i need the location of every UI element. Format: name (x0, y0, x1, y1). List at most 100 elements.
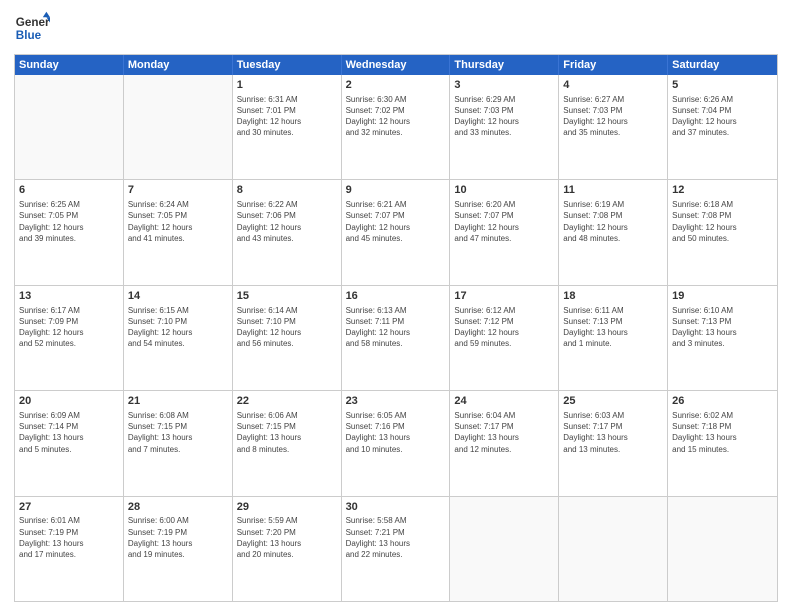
day-cell-30: 30Sunrise: 5:58 AM Sunset: 7:21 PM Dayli… (342, 497, 451, 601)
day-info: Sunrise: 6:08 AM Sunset: 7:15 PM Dayligh… (128, 410, 228, 455)
day-cell-13: 13Sunrise: 6:17 AM Sunset: 7:09 PM Dayli… (15, 286, 124, 390)
day-number: 30 (346, 500, 446, 515)
day-number: 6 (19, 183, 119, 198)
day-cell-23: 23Sunrise: 6:05 AM Sunset: 7:16 PM Dayli… (342, 391, 451, 495)
day-number: 7 (128, 183, 228, 198)
day-cell-21: 21Sunrise: 6:08 AM Sunset: 7:15 PM Dayli… (124, 391, 233, 495)
page: General Blue SundayMondayTuesdayWednesda… (0, 0, 792, 612)
day-number: 18 (563, 289, 663, 304)
day-cell-6: 6Sunrise: 6:25 AM Sunset: 7:05 PM Daylig… (15, 180, 124, 284)
day-number: 20 (19, 394, 119, 409)
day-cell-3: 3Sunrise: 6:29 AM Sunset: 7:03 PM Daylig… (450, 75, 559, 179)
day-cell-27: 27Sunrise: 6:01 AM Sunset: 7:19 PM Dayli… (15, 497, 124, 601)
day-info: Sunrise: 6:24 AM Sunset: 7:05 PM Dayligh… (128, 199, 228, 244)
day-info: Sunrise: 6:04 AM Sunset: 7:17 PM Dayligh… (454, 410, 554, 455)
calendar-header: SundayMondayTuesdayWednesdayThursdayFrid… (15, 55, 777, 75)
day-number: 3 (454, 78, 554, 93)
day-info: Sunrise: 5:59 AM Sunset: 7:20 PM Dayligh… (237, 515, 337, 560)
svg-text:Blue: Blue (16, 29, 42, 42)
day-cell-14: 14Sunrise: 6:15 AM Sunset: 7:10 PM Dayli… (124, 286, 233, 390)
day-info: Sunrise: 6:01 AM Sunset: 7:19 PM Dayligh… (19, 515, 119, 560)
day-number: 11 (563, 183, 663, 198)
day-cell-24: 24Sunrise: 6:04 AM Sunset: 7:17 PM Dayli… (450, 391, 559, 495)
day-cell-10: 10Sunrise: 6:20 AM Sunset: 7:07 PM Dayli… (450, 180, 559, 284)
day-cell-2: 2Sunrise: 6:30 AM Sunset: 7:02 PM Daylig… (342, 75, 451, 179)
day-cell-5: 5Sunrise: 6:26 AM Sunset: 7:04 PM Daylig… (668, 75, 777, 179)
day-cell-9: 9Sunrise: 6:21 AM Sunset: 7:07 PM Daylig… (342, 180, 451, 284)
day-info: Sunrise: 6:02 AM Sunset: 7:18 PM Dayligh… (672, 410, 773, 455)
calendar-row-3: 20Sunrise: 6:09 AM Sunset: 7:14 PM Dayli… (15, 390, 777, 495)
day-cell-26: 26Sunrise: 6:02 AM Sunset: 7:18 PM Dayli… (668, 391, 777, 495)
empty-cell-4-6 (668, 497, 777, 601)
calendar-row-1: 6Sunrise: 6:25 AM Sunset: 7:05 PM Daylig… (15, 179, 777, 284)
day-number: 13 (19, 289, 119, 304)
weekday-header-tuesday: Tuesday (233, 55, 342, 75)
day-number: 2 (346, 78, 446, 93)
day-cell-20: 20Sunrise: 6:09 AM Sunset: 7:14 PM Dayli… (15, 391, 124, 495)
day-cell-4: 4Sunrise: 6:27 AM Sunset: 7:03 PM Daylig… (559, 75, 668, 179)
day-number: 24 (454, 394, 554, 409)
day-info: Sunrise: 6:17 AM Sunset: 7:09 PM Dayligh… (19, 305, 119, 350)
day-number: 23 (346, 394, 446, 409)
day-number: 22 (237, 394, 337, 409)
day-number: 25 (563, 394, 663, 409)
weekday-header-saturday: Saturday (668, 55, 777, 75)
day-cell-29: 29Sunrise: 5:59 AM Sunset: 7:20 PM Dayli… (233, 497, 342, 601)
weekday-header-monday: Monday (124, 55, 233, 75)
day-number: 1 (237, 78, 337, 93)
day-cell-11: 11Sunrise: 6:19 AM Sunset: 7:08 PM Dayli… (559, 180, 668, 284)
day-number: 4 (563, 78, 663, 93)
day-info: Sunrise: 6:09 AM Sunset: 7:14 PM Dayligh… (19, 410, 119, 455)
day-info: Sunrise: 6:29 AM Sunset: 7:03 PM Dayligh… (454, 94, 554, 139)
svg-text:General: General (16, 16, 50, 29)
empty-cell-0-0 (15, 75, 124, 179)
day-cell-8: 8Sunrise: 6:22 AM Sunset: 7:06 PM Daylig… (233, 180, 342, 284)
day-info: Sunrise: 6:12 AM Sunset: 7:12 PM Dayligh… (454, 305, 554, 350)
day-cell-15: 15Sunrise: 6:14 AM Sunset: 7:10 PM Dayli… (233, 286, 342, 390)
calendar-row-2: 13Sunrise: 6:17 AM Sunset: 7:09 PM Dayli… (15, 285, 777, 390)
day-info: Sunrise: 6:31 AM Sunset: 7:01 PM Dayligh… (237, 94, 337, 139)
calendar-row-0: 1Sunrise: 6:31 AM Sunset: 7:01 PM Daylig… (15, 75, 777, 179)
day-info: Sunrise: 6:11 AM Sunset: 7:13 PM Dayligh… (563, 305, 663, 350)
empty-cell-4-5 (559, 497, 668, 601)
day-cell-18: 18Sunrise: 6:11 AM Sunset: 7:13 PM Dayli… (559, 286, 668, 390)
calendar-row-4: 27Sunrise: 6:01 AM Sunset: 7:19 PM Dayli… (15, 496, 777, 601)
logo-icon: General Blue (14, 10, 50, 46)
header: General Blue (14, 10, 778, 46)
day-number: 27 (19, 500, 119, 515)
calendar: SundayMondayTuesdayWednesdayThursdayFrid… (14, 54, 778, 602)
empty-cell-0-1 (124, 75, 233, 179)
day-info: Sunrise: 6:21 AM Sunset: 7:07 PM Dayligh… (346, 199, 446, 244)
empty-cell-4-4 (450, 497, 559, 601)
day-info: Sunrise: 6:22 AM Sunset: 7:06 PM Dayligh… (237, 199, 337, 244)
day-info: Sunrise: 6:00 AM Sunset: 7:19 PM Dayligh… (128, 515, 228, 560)
day-info: Sunrise: 6:06 AM Sunset: 7:15 PM Dayligh… (237, 410, 337, 455)
day-info: Sunrise: 6:05 AM Sunset: 7:16 PM Dayligh… (346, 410, 446, 455)
day-info: Sunrise: 5:58 AM Sunset: 7:21 PM Dayligh… (346, 515, 446, 560)
day-info: Sunrise: 6:10 AM Sunset: 7:13 PM Dayligh… (672, 305, 773, 350)
day-number: 26 (672, 394, 773, 409)
day-info: Sunrise: 6:13 AM Sunset: 7:11 PM Dayligh… (346, 305, 446, 350)
day-info: Sunrise: 6:30 AM Sunset: 7:02 PM Dayligh… (346, 94, 446, 139)
day-cell-19: 19Sunrise: 6:10 AM Sunset: 7:13 PM Dayli… (668, 286, 777, 390)
day-number: 10 (454, 183, 554, 198)
day-cell-22: 22Sunrise: 6:06 AM Sunset: 7:15 PM Dayli… (233, 391, 342, 495)
day-number: 21 (128, 394, 228, 409)
day-cell-16: 16Sunrise: 6:13 AM Sunset: 7:11 PM Dayli… (342, 286, 451, 390)
day-number: 17 (454, 289, 554, 304)
day-cell-17: 17Sunrise: 6:12 AM Sunset: 7:12 PM Dayli… (450, 286, 559, 390)
logo: General Blue (14, 10, 50, 46)
day-info: Sunrise: 6:18 AM Sunset: 7:08 PM Dayligh… (672, 199, 773, 244)
day-cell-1: 1Sunrise: 6:31 AM Sunset: 7:01 PM Daylig… (233, 75, 342, 179)
weekday-header-wednesday: Wednesday (342, 55, 451, 75)
day-info: Sunrise: 6:20 AM Sunset: 7:07 PM Dayligh… (454, 199, 554, 244)
weekday-header-sunday: Sunday (15, 55, 124, 75)
calendar-body: 1Sunrise: 6:31 AM Sunset: 7:01 PM Daylig… (15, 75, 777, 601)
day-info: Sunrise: 6:03 AM Sunset: 7:17 PM Dayligh… (563, 410, 663, 455)
day-number: 29 (237, 500, 337, 515)
weekday-header-thursday: Thursday (450, 55, 559, 75)
day-number: 8 (237, 183, 337, 198)
day-number: 5 (672, 78, 773, 93)
weekday-header-friday: Friday (559, 55, 668, 75)
day-cell-25: 25Sunrise: 6:03 AM Sunset: 7:17 PM Dayli… (559, 391, 668, 495)
